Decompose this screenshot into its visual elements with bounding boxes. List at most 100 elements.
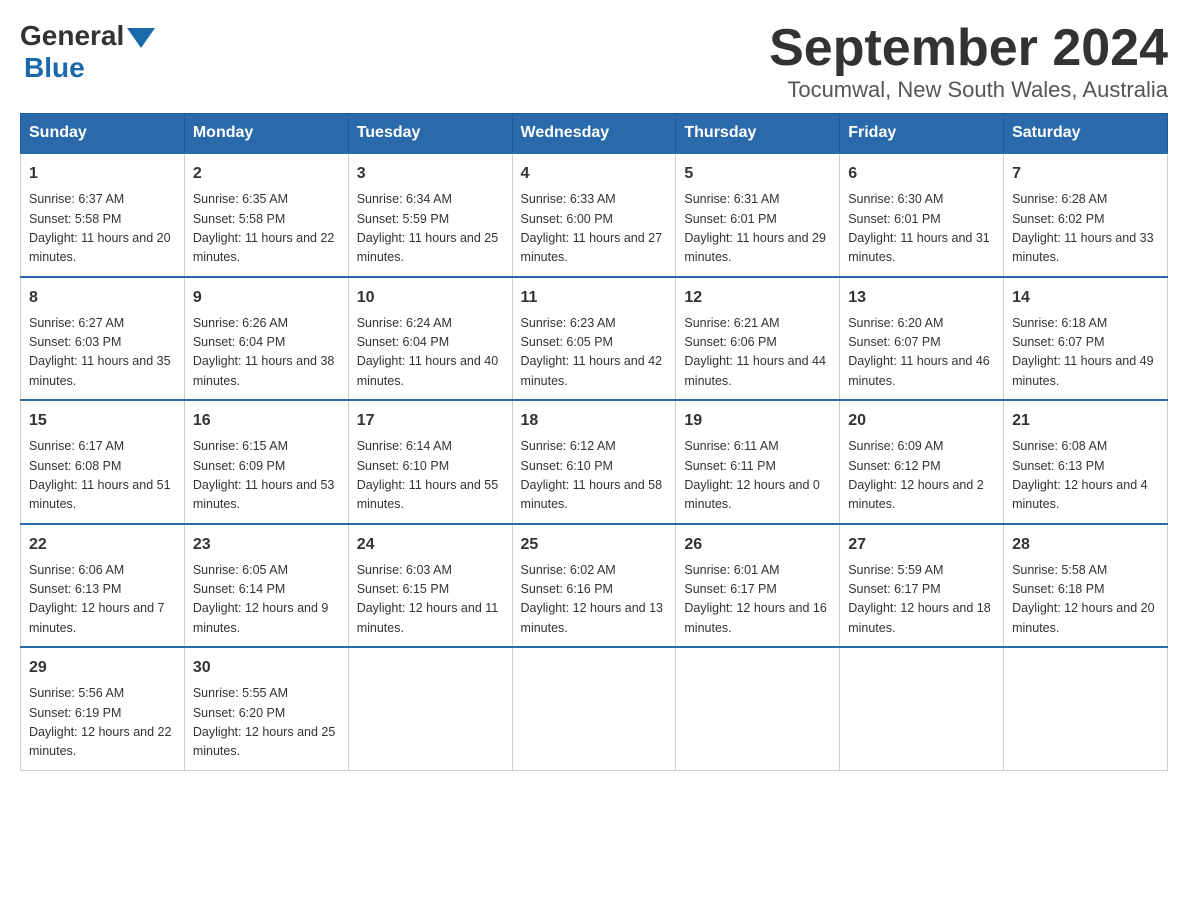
day-number: 25: [521, 533, 668, 557]
calendar-cell: 3 Sunrise: 6:34 AMSunset: 5:59 PMDaylight…: [348, 153, 512, 277]
page-subtitle: Tocumwal, New South Wales, Australia: [769, 77, 1168, 103]
day-number: 2: [193, 162, 340, 186]
day-number: 13: [848, 286, 995, 310]
day-info: Sunrise: 5:56 AMSunset: 6:19 PMDaylight:…: [29, 684, 176, 762]
calendar-header: SundayMondayTuesdayWednesdayThursdayFrid…: [21, 114, 1168, 154]
calendar-cell: 15 Sunrise: 6:17 AMSunset: 6:08 PMDayligh…: [21, 400, 185, 524]
calendar-cell: 7 Sunrise: 6:28 AMSunset: 6:02 PMDaylight…: [1004, 153, 1168, 277]
day-number: 5: [684, 162, 831, 186]
calendar-cell: 25 Sunrise: 6:02 AMSunset: 6:16 PMDayligh…: [512, 524, 676, 648]
calendar-cell: 19 Sunrise: 6:11 AMSunset: 6:11 PMDayligh…: [676, 400, 840, 524]
day-number: 1: [29, 162, 176, 186]
day-info: Sunrise: 5:55 AMSunset: 6:20 PMDaylight:…: [193, 684, 340, 762]
day-info: Sunrise: 6:02 AMSunset: 6:16 PMDaylight:…: [521, 561, 668, 639]
day-number: 14: [1012, 286, 1159, 310]
calendar-cell: 22Sunrise: 6:06 AMSunset: 6:13 PMDayligh…: [21, 524, 185, 648]
day-number: 23: [193, 533, 340, 557]
day-info: Sunrise: 5:59 AMSunset: 6:17 PMDaylight:…: [848, 561, 995, 639]
calendar-body: 1Sunrise: 6:37 AMSunset: 5:58 PMDaylight…: [21, 153, 1168, 770]
calendar-cell: 29Sunrise: 5:56 AMSunset: 6:19 PMDayligh…: [21, 647, 185, 770]
calendar-cell: 11 Sunrise: 6:23 AMSunset: 6:05 PMDayligh…: [512, 277, 676, 401]
logo-text: General: [20, 20, 155, 52]
calendar-cell: 17 Sunrise: 6:14 AMSunset: 6:10 PMDayligh…: [348, 400, 512, 524]
day-info: Sunrise: 6:14 AMSunset: 6:10 PMDaylight:…: [357, 437, 504, 515]
calendar-cell: 28 Sunrise: 5:58 AMSunset: 6:18 PMDayligh…: [1004, 524, 1168, 648]
title-block: September 2024 Tocumwal, New South Wales…: [769, 20, 1168, 103]
header-friday: Friday: [840, 114, 1004, 154]
logo: General Blue: [20, 20, 155, 84]
week-row-4: 22Sunrise: 6:06 AMSunset: 6:13 PMDayligh…: [21, 524, 1168, 648]
week-row-2: 8 Sunrise: 6:27 AMSunset: 6:03 PMDaylight…: [21, 277, 1168, 401]
day-info: Sunrise: 6:12 AMSunset: 6:10 PMDaylight:…: [521, 437, 668, 515]
calendar-cell: 18Sunrise: 6:12 AMSunset: 6:10 PMDayligh…: [512, 400, 676, 524]
day-info: Sunrise: 6:09 AMSunset: 6:12 PMDaylight:…: [848, 437, 995, 515]
calendar-cell: 12 Sunrise: 6:21 AMSunset: 6:06 PMDayligh…: [676, 277, 840, 401]
day-number: 6: [848, 162, 995, 186]
day-info: Sunrise: 5:58 AMSunset: 6:18 PMDaylight:…: [1012, 561, 1159, 639]
calendar-cell: [512, 647, 676, 770]
day-info: Sunrise: 6:33 AMSunset: 6:00 PMDaylight:…: [521, 190, 668, 268]
page-title: September 2024: [769, 20, 1168, 77]
day-number: 11: [521, 286, 668, 310]
day-number: 27: [848, 533, 995, 557]
calendar-cell: 16 Sunrise: 6:15 AMSunset: 6:09 PMDayligh…: [184, 400, 348, 524]
day-number: 15: [29, 409, 176, 433]
day-info: Sunrise: 6:34 AMSunset: 5:59 PMDaylight:…: [357, 190, 504, 268]
calendar-cell: [840, 647, 1004, 770]
header-row: SundayMondayTuesdayWednesdayThursdayFrid…: [21, 114, 1168, 154]
day-number: 30: [193, 656, 340, 680]
day-info: Sunrise: 6:24 AMSunset: 6:04 PMDaylight:…: [357, 314, 504, 392]
day-info: Sunrise: 6:27 AMSunset: 6:03 PMDaylight:…: [29, 314, 176, 392]
calendar-cell: 13 Sunrise: 6:20 AMSunset: 6:07 PMDayligh…: [840, 277, 1004, 401]
day-info: Sunrise: 6:06 AMSunset: 6:13 PMDaylight:…: [29, 561, 176, 639]
day-number: 12: [684, 286, 831, 310]
day-info: Sunrise: 6:17 AMSunset: 6:08 PMDaylight:…: [29, 437, 176, 515]
day-info: Sunrise: 6:01 AMSunset: 6:17 PMDaylight:…: [684, 561, 831, 639]
week-row-3: 15 Sunrise: 6:17 AMSunset: 6:08 PMDayligh…: [21, 400, 1168, 524]
day-info: Sunrise: 6:35 AMSunset: 5:58 PMDaylight:…: [193, 190, 340, 268]
header-wednesday: Wednesday: [512, 114, 676, 154]
calendar-cell: 2 Sunrise: 6:35 AMSunset: 5:58 PMDaylight…: [184, 153, 348, 277]
logo-blue-text: Blue: [24, 52, 85, 84]
header-thursday: Thursday: [676, 114, 840, 154]
calendar-table: SundayMondayTuesdayWednesdayThursdayFrid…: [20, 113, 1168, 771]
calendar-cell: 5 Sunrise: 6:31 AMSunset: 6:01 PMDaylight…: [676, 153, 840, 277]
calendar-cell: 6Sunrise: 6:30 AMSunset: 6:01 PMDaylight…: [840, 153, 1004, 277]
day-number: 17: [357, 409, 504, 433]
calendar-cell: 8 Sunrise: 6:27 AMSunset: 6:03 PMDaylight…: [21, 277, 185, 401]
calendar-cell: [1004, 647, 1168, 770]
page-header: General Blue September 2024 Tocumwal, Ne…: [20, 20, 1168, 103]
header-saturday: Saturday: [1004, 114, 1168, 154]
day-info: Sunrise: 6:15 AMSunset: 6:09 PMDaylight:…: [193, 437, 340, 515]
day-number: 10: [357, 286, 504, 310]
day-number: 9: [193, 286, 340, 310]
day-number: 28: [1012, 533, 1159, 557]
day-info: Sunrise: 6:31 AMSunset: 6:01 PMDaylight:…: [684, 190, 831, 268]
week-row-5: 29Sunrise: 5:56 AMSunset: 6:19 PMDayligh…: [21, 647, 1168, 770]
calendar-cell: 1Sunrise: 6:37 AMSunset: 5:58 PMDaylight…: [21, 153, 185, 277]
day-number: 8: [29, 286, 176, 310]
header-tuesday: Tuesday: [348, 114, 512, 154]
day-number: 16: [193, 409, 340, 433]
day-number: 20: [848, 409, 995, 433]
day-info: Sunrise: 6:11 AMSunset: 6:11 PMDaylight:…: [684, 437, 831, 515]
day-number: 3: [357, 162, 504, 186]
day-info: Sunrise: 6:23 AMSunset: 6:05 PMDaylight:…: [521, 314, 668, 392]
day-number: 4: [521, 162, 668, 186]
day-info: Sunrise: 6:21 AMSunset: 6:06 PMDaylight:…: [684, 314, 831, 392]
day-info: Sunrise: 6:28 AMSunset: 6:02 PMDaylight:…: [1012, 190, 1159, 268]
day-number: 21: [1012, 409, 1159, 433]
calendar-cell: 4 Sunrise: 6:33 AMSunset: 6:00 PMDaylight…: [512, 153, 676, 277]
day-number: 19: [684, 409, 831, 433]
header-monday: Monday: [184, 114, 348, 154]
day-number: 7: [1012, 162, 1159, 186]
calendar-cell: 10 Sunrise: 6:24 AMSunset: 6:04 PMDayligh…: [348, 277, 512, 401]
calendar-cell: [348, 647, 512, 770]
day-info: Sunrise: 6:05 AMSunset: 6:14 PMDaylight:…: [193, 561, 340, 639]
calendar-cell: 20 Sunrise: 6:09 AMSunset: 6:12 PMDayligh…: [840, 400, 1004, 524]
day-info: Sunrise: 6:08 AMSunset: 6:13 PMDaylight:…: [1012, 437, 1159, 515]
header-sunday: Sunday: [21, 114, 185, 154]
calendar-cell: 24Sunrise: 6:03 AMSunset: 6:15 PMDayligh…: [348, 524, 512, 648]
calendar-cell: 27 Sunrise: 5:59 AMSunset: 6:17 PMDayligh…: [840, 524, 1004, 648]
day-info: Sunrise: 6:20 AMSunset: 6:07 PMDaylight:…: [848, 314, 995, 392]
